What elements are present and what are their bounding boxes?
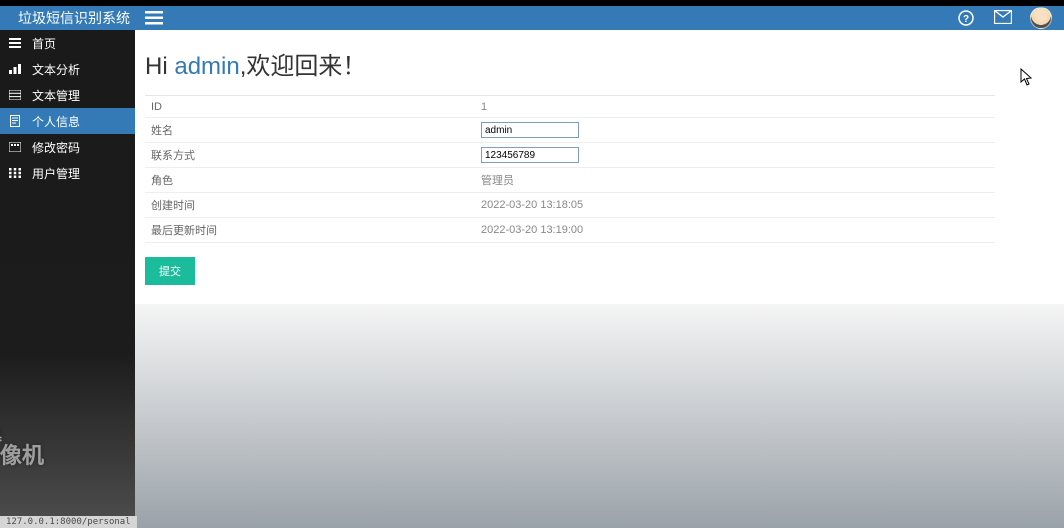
form-row-name: 姓名 [145, 118, 995, 143]
form-row-role: 角色 管理员 [145, 168, 995, 193]
sidebar-item-text-manage[interactable]: 文本管理 [0, 82, 135, 108]
watermark-line2: KK 录像机 [0, 444, 44, 468]
help-icon[interactable]: ? [958, 10, 974, 26]
sidebar-item-label: 文本分析 [32, 61, 80, 78]
submit-button[interactable]: 提交 [145, 257, 195, 285]
mail-icon[interactable] [994, 10, 1010, 26]
topbar: 垃圾短信识别系统 ? [0, 0, 1064, 30]
sidebar-item-label: 文本管理 [32, 87, 80, 104]
welcome-heading: Hi admin,欢迎回来！ [145, 46, 1054, 81]
status-url: 127.0.0.1:8000/personal [0, 516, 137, 528]
hamburger-icon [145, 11, 163, 25]
form-row-id: ID 1 [145, 96, 995, 118]
contact-input[interactable] [481, 147, 579, 163]
watermark: 录制工具 KK 录像机 [0, 428, 44, 468]
user-avatar[interactable] [1030, 7, 1052, 29]
form-label: 姓名 [145, 118, 475, 143]
form-value: 管理员 [475, 168, 995, 193]
welcome-suffix: ,欢迎回来！ [240, 53, 367, 80]
form-row-updated: 最后更新时间 2022-03-20 13:19:00 [145, 218, 995, 243]
main-content: Hi admin,欢迎回来！ ID 1 姓名 联系方式 角色 管理员 创建时间 … [135, 30, 1064, 528]
list-icon [8, 90, 22, 100]
watermark-line1: 录制工具 [0, 428, 44, 443]
svg-text:?: ? [963, 14, 969, 25]
sidebar-item-profile[interactable]: 个人信息 [0, 108, 135, 134]
welcome-username: admin [174, 53, 239, 80]
name-input[interactable] [481, 122, 579, 138]
form-row-created: 创建时间 2022-03-20 13:18:05 [145, 193, 995, 218]
sidebar-item-user-manage[interactable]: 用户管理 [0, 160, 135, 186]
sidebar-item-label: 用户管理 [32, 165, 80, 182]
form-value: 1 [475, 96, 995, 118]
sidebar-item-home[interactable]: 首页 [0, 30, 135, 56]
form-label: ID [145, 96, 475, 118]
sidebar-item-label: 首页 [32, 35, 56, 52]
profile-form: ID 1 姓名 联系方式 角色 管理员 创建时间 2022-03-20 13:1… [145, 95, 995, 243]
sidebar: 首页 文本分析 文本管理 个人信息 修改密码 用户管理 录制工具 KK 录像机 [0, 30, 135, 528]
welcome-prefix: Hi [145, 53, 174, 80]
form-label: 角色 [145, 168, 475, 193]
brand-title: 垃圾短信识别系统 [0, 6, 135, 30]
sidebar-item-text-analysis[interactable]: 文本分析 [0, 56, 135, 82]
sidebar-item-change-password[interactable]: 修改密码 [0, 134, 135, 160]
form-label: 联系方式 [145, 143, 475, 168]
users-icon [8, 168, 22, 178]
chart-icon [8, 64, 22, 74]
form-label: 最后更新时间 [145, 218, 475, 243]
form-value: 2022-03-20 13:19:00 [475, 218, 995, 243]
hamburger-menu[interactable] [135, 11, 159, 25]
doc-icon [8, 115, 22, 127]
sidebar-item-label: 个人信息 [32, 113, 80, 130]
menu-icon [8, 38, 22, 48]
lock-icon [8, 142, 22, 152]
form-row-contact: 联系方式 [145, 143, 995, 168]
form-label: 创建时间 [145, 193, 475, 218]
topbar-right: ? [958, 7, 1064, 29]
form-value: 2022-03-20 13:18:05 [475, 193, 995, 218]
sidebar-item-label: 修改密码 [32, 139, 80, 156]
